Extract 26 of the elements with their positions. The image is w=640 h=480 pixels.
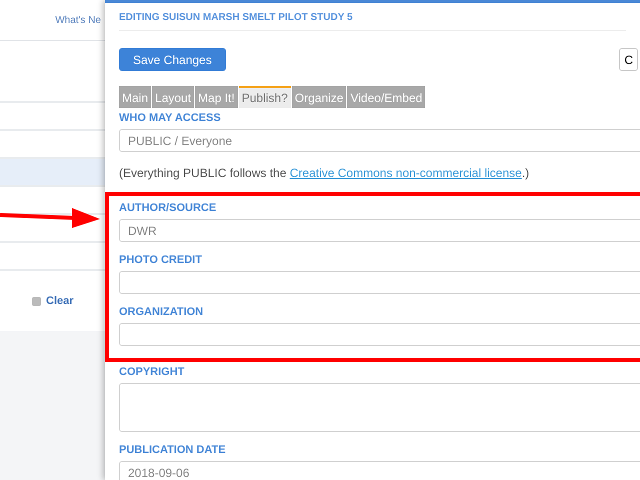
field-label: WHO MAY ACCESS bbox=[119, 112, 222, 124]
license-note: (Everything PUBLIC follows the Creative Commons non-commercial license.) bbox=[119, 166, 530, 180]
input-field[interactable]: PUBLIC / Everyone bbox=[119, 129, 640, 152]
tab[interactable]: Video/Embed bbox=[347, 86, 426, 108]
clear-icon bbox=[32, 296, 41, 306]
input-field[interactable]: 2018-09-06 bbox=[119, 461, 640, 480]
input-field[interactable] bbox=[119, 323, 640, 346]
modal-title: EDITING SUISUN MARSH SMELT PILOT STUDY 5 bbox=[119, 3, 626, 31]
input-field[interactable]: DWR bbox=[119, 219, 640, 242]
tab[interactable]: Publish? bbox=[238, 86, 291, 108]
license-link[interactable]: Creative Commons non-commercial license bbox=[290, 166, 522, 180]
field-label: ORGANIZATION bbox=[119, 306, 204, 318]
text-area[interactable] bbox=[119, 383, 640, 432]
save-button[interactable]: Save Changes bbox=[119, 48, 226, 71]
clear-link[interactable]: Clear bbox=[46, 295, 74, 307]
field-label: COPYRIGHT bbox=[119, 366, 186, 378]
tab[interactable]: Map It! bbox=[195, 86, 238, 108]
field-label: AUTHOR/SOURCE bbox=[119, 202, 218, 214]
tab[interactable]: Main bbox=[119, 86, 152, 108]
tab[interactable]: Layout bbox=[152, 86, 194, 108]
dialog-button[interactable]: C bbox=[619, 48, 638, 71]
field-label: PUBLICATION DATE bbox=[119, 444, 227, 456]
input-field[interactable] bbox=[119, 271, 640, 294]
field-label: PHOTO CREDIT bbox=[119, 254, 203, 266]
nav-link[interactable]: What's Ne bbox=[55, 14, 101, 26]
tab[interactable]: Organize bbox=[292, 86, 346, 108]
